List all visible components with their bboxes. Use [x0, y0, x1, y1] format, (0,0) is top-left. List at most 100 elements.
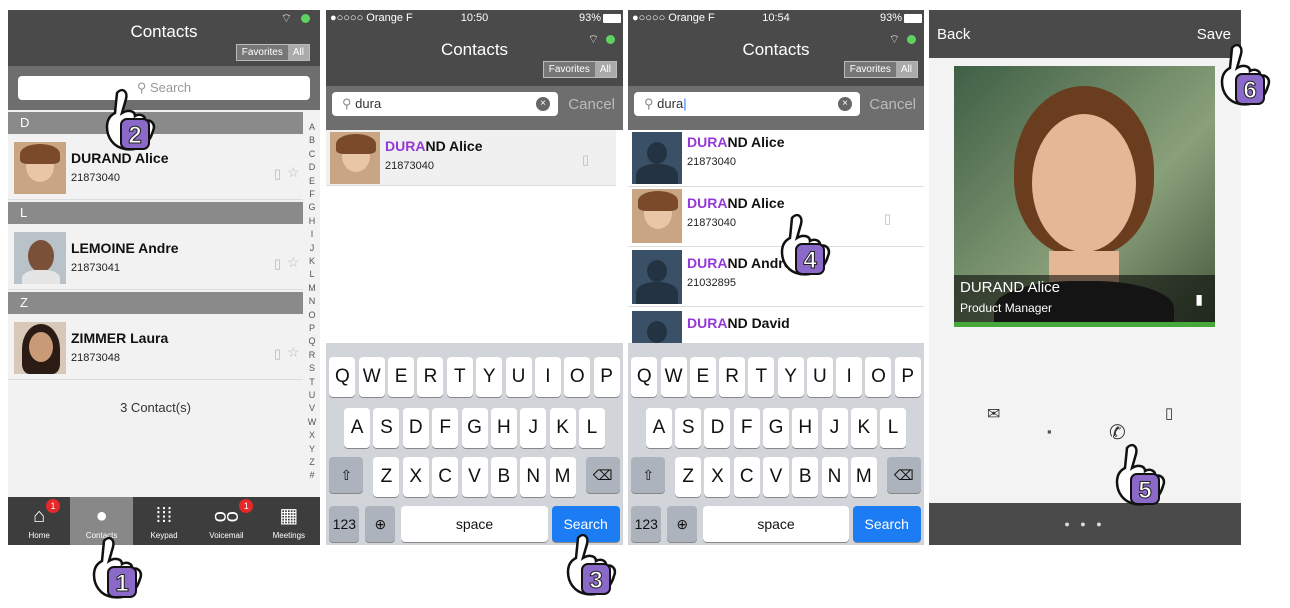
mobile-icon[interactable]: ▯: [582, 152, 589, 168]
key[interactable]: N: [520, 457, 547, 497]
mobile-icon[interactable]: ▯: [274, 346, 281, 362]
list-item[interactable]: LEMOINE Andre 21873041 ▯ ☆: [8, 224, 303, 290]
key[interactable]: J: [821, 408, 848, 448]
cancel-button[interactable]: Cancel: [869, 96, 916, 113]
tab-all[interactable]: All: [594, 62, 616, 77]
key[interactable]: J: [520, 408, 547, 448]
key[interactable]: O: [564, 357, 591, 397]
key[interactable]: U: [806, 357, 833, 397]
key[interactable]: F: [432, 408, 459, 448]
list-item[interactable]: ZIMMER Laura 21873048 ▯ ☆: [8, 314, 303, 380]
key[interactable]: S: [675, 408, 702, 448]
alphabet-letter[interactable]: T: [306, 377, 318, 388]
mobile-phone-icon[interactable]: ▯: [1165, 404, 1173, 422]
key[interactable]: T: [748, 357, 775, 397]
key[interactable]: Q: [329, 357, 356, 397]
key[interactable]: M: [549, 457, 576, 497]
alphabet-letter[interactable]: G: [306, 202, 318, 213]
mobile-icon[interactable]: ▯: [884, 211, 891, 227]
alphabet-letter[interactable]: U: [306, 390, 318, 401]
key[interactable]: K: [549, 408, 576, 448]
favorites-all-toggle[interactable]: Favorites All: [843, 61, 918, 78]
key[interactable]: D: [704, 408, 731, 448]
shift-key[interactable]: ⇧: [631, 457, 666, 493]
chat-icon[interactable]: ▪: [1047, 424, 1052, 439]
key[interactable]: Q: [631, 357, 658, 397]
key[interactable]: E: [388, 357, 415, 397]
key[interactable]: W: [358, 357, 385, 397]
alphabet-letter[interactable]: K: [306, 256, 318, 267]
search-key[interactable]: Search: [852, 506, 921, 542]
alphabet-letter[interactable]: O: [306, 310, 318, 321]
space-key[interactable]: space: [703, 506, 849, 542]
alphabet-letter[interactable]: X: [306, 430, 318, 441]
key[interactable]: H: [792, 408, 819, 448]
key[interactable]: P: [894, 357, 921, 397]
tab-voicemail[interactable]: ᴑᴑ Voicemail 1: [195, 497, 257, 545]
key[interactable]: R: [417, 357, 444, 397]
alphabet-letter[interactable]: H: [306, 216, 318, 227]
key[interactable]: G: [763, 408, 789, 448]
space-key[interactable]: space: [401, 506, 548, 542]
globe-icon[interactable]: ⊕: [667, 506, 698, 542]
tab-favorites[interactable]: Favorites: [236, 45, 288, 60]
favorites-all-toggle[interactable]: Favorites All: [235, 44, 310, 61]
list-item[interactable]: DURAND Alice 21873040 ▯: [326, 130, 616, 186]
list-item[interactable]: DURAND David: [628, 307, 924, 351]
alphabet-letter[interactable]: F: [306, 189, 318, 200]
key[interactable]: W: [660, 357, 687, 397]
alphabet-letter[interactable]: A: [306, 122, 318, 133]
clear-icon[interactable]: ×: [838, 97, 852, 111]
key[interactable]: Y: [777, 357, 804, 397]
star-icon[interactable]: ☆: [287, 344, 300, 361]
alphabet-letter[interactable]: Y: [306, 444, 318, 455]
key[interactable]: N: [821, 457, 848, 497]
key[interactable]: U: [505, 357, 532, 397]
alphabet-letter[interactable]: Z: [306, 457, 318, 468]
tab-home[interactable]: ⌂ Home 1: [8, 497, 70, 545]
key[interactable]: V: [461, 457, 488, 497]
key[interactable]: D: [402, 408, 429, 448]
alphabet-letter[interactable]: D: [306, 162, 318, 173]
key[interactable]: C: [733, 457, 760, 497]
mobile-icon[interactable]: ▯: [274, 256, 281, 272]
page-indicator[interactable]: ● ● ●: [929, 503, 1241, 545]
shift-key[interactable]: ⇧: [329, 457, 364, 493]
alphabet-letter[interactable]: J: [306, 243, 318, 254]
search-input[interactable]: ⚲ dura| ×: [634, 92, 860, 116]
delete-key[interactable]: ⌫: [585, 457, 620, 493]
key[interactable]: O: [865, 357, 892, 397]
mobile-icon[interactable]: ▯: [274, 166, 281, 182]
mobile-icon[interactable]: ▮: [1195, 291, 1203, 308]
key[interactable]: S: [373, 408, 400, 448]
numbers-key[interactable]: 123: [329, 506, 360, 542]
email-icon[interactable]: ✉: [987, 404, 1000, 424]
key[interactable]: K: [850, 408, 877, 448]
key[interactable]: G: [461, 408, 488, 448]
list-item[interactable]: DURAND Alice 21873040: [628, 130, 924, 187]
back-button[interactable]: Back: [937, 26, 970, 43]
key[interactable]: T: [446, 357, 473, 397]
key[interactable]: F: [733, 408, 760, 448]
key[interactable]: B: [792, 457, 819, 497]
alphabet-letter[interactable]: V: [306, 403, 318, 414]
key[interactable]: H: [490, 408, 517, 448]
alphabet-letter[interactable]: I: [306, 229, 318, 240]
alphabet-letter[interactable]: Q: [306, 336, 318, 347]
key[interactable]: C: [432, 457, 459, 497]
alphabet-letter[interactable]: P: [306, 323, 318, 334]
key[interactable]: A: [645, 408, 672, 448]
star-icon[interactable]: ☆: [287, 164, 300, 181]
key[interactable]: B: [490, 457, 517, 497]
key[interactable]: M: [850, 457, 877, 497]
tab-all[interactable]: All: [287, 45, 309, 60]
favorites-all-toggle[interactable]: Favorites All: [542, 61, 617, 78]
alphabet-letter[interactable]: B: [306, 135, 318, 146]
key[interactable]: Y: [476, 357, 503, 397]
alphabet-letter[interactable]: #: [306, 470, 318, 481]
tab-favorites[interactable]: Favorites: [543, 62, 595, 77]
key[interactable]: L: [880, 408, 907, 448]
alphabet-letter[interactable]: E: [306, 176, 318, 187]
tab-all[interactable]: All: [895, 62, 917, 77]
cancel-button[interactable]: Cancel: [568, 96, 615, 113]
